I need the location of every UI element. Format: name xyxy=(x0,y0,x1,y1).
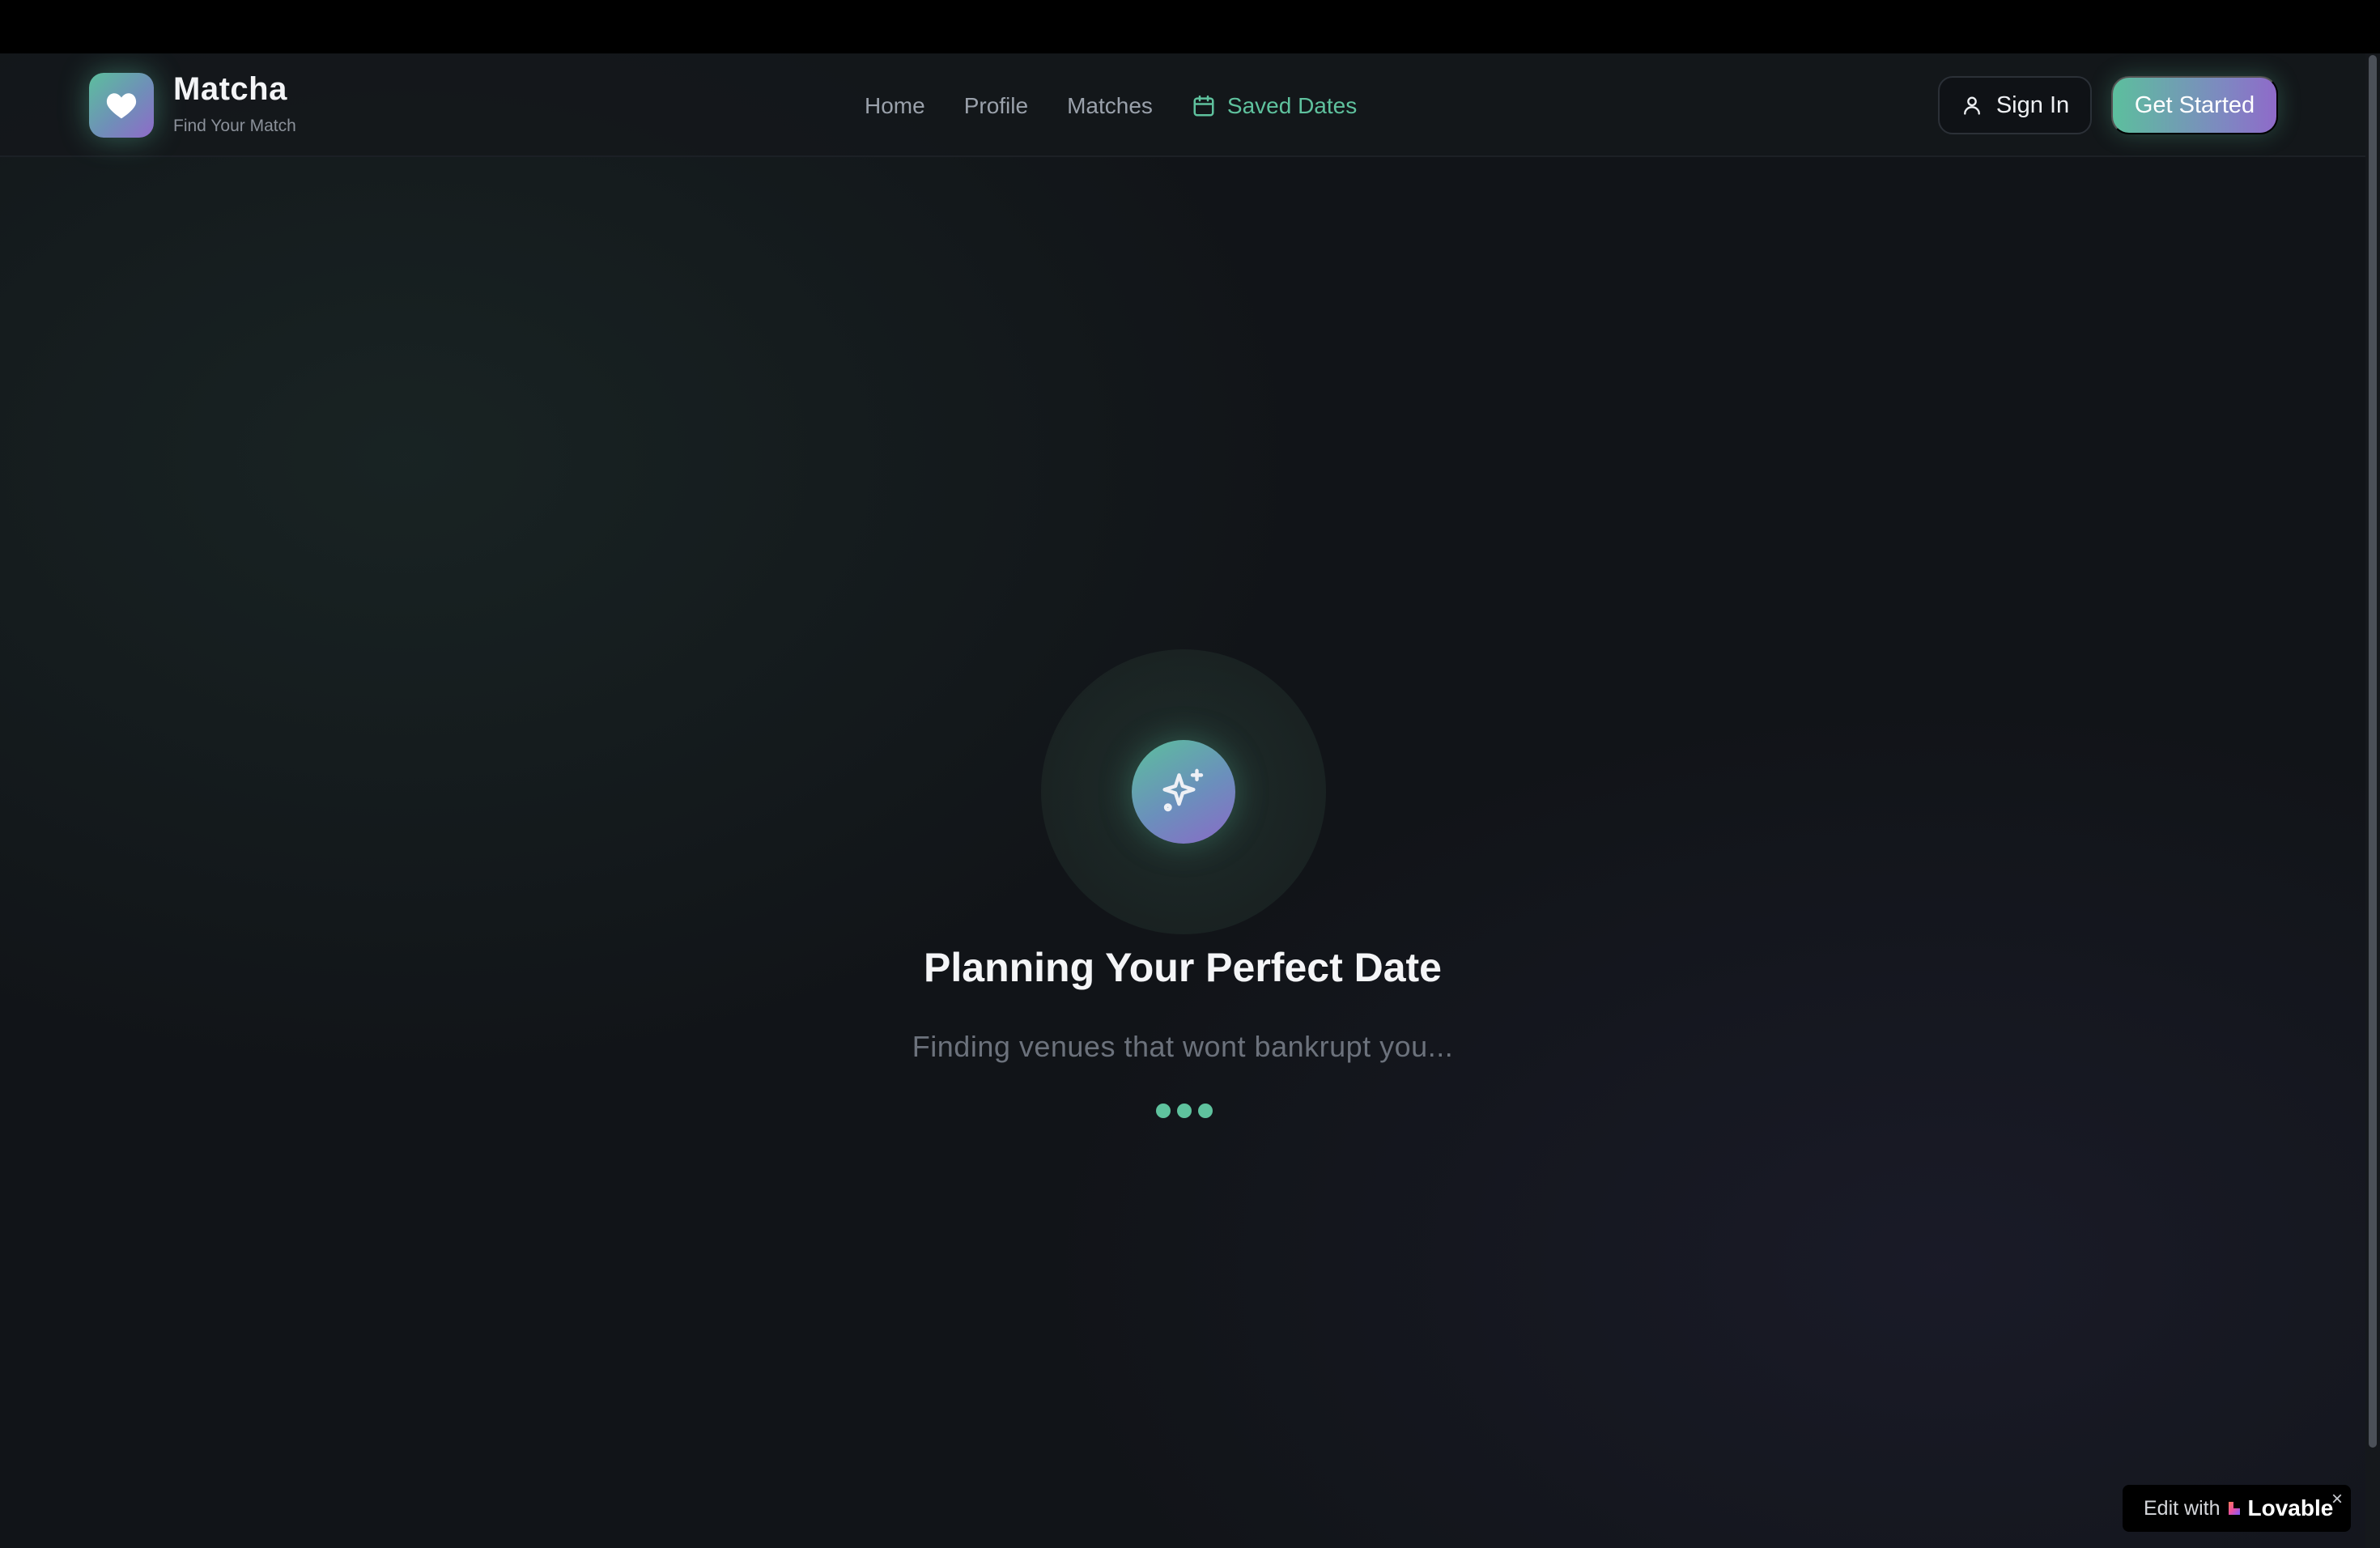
loading-dot xyxy=(1177,1104,1192,1118)
nav-item-profile[interactable]: Profile xyxy=(964,93,1028,119)
nav-item-matches[interactable]: Matches xyxy=(1067,93,1153,119)
get-started-label: Get Started xyxy=(2134,91,2255,118)
nav-item-label: Home xyxy=(865,93,925,118)
site-header: Matcha Find Your Match Home Profile Matc… xyxy=(0,53,2365,157)
scrollbar-thumb[interactable] xyxy=(2369,55,2377,1448)
sign-in-label: Sign In xyxy=(1995,91,2070,118)
sign-in-button[interactable]: Sign In xyxy=(1938,76,2092,134)
calendar-icon xyxy=(1192,94,1216,118)
main-nav: Home Profile Matches Saved Dates xyxy=(865,89,1396,123)
close-icon[interactable]: × xyxy=(2331,1488,2343,1511)
get-started-button[interactable]: Get Started xyxy=(2111,76,2278,134)
loading-orb xyxy=(1132,740,1235,844)
edit-with-lovable-badge[interactable]: Edit with Lovable × xyxy=(2123,1485,2351,1532)
nav-item-label: Matches xyxy=(1067,93,1153,118)
lovable-logo-icon xyxy=(2226,1500,2242,1516)
loading-dot xyxy=(1198,1104,1213,1118)
app-root: Matcha Find Your Match Home Profile Matc… xyxy=(0,53,2365,1548)
badge-prefix: Edit with xyxy=(2144,1496,2221,1520)
nav-item-saved-dates[interactable]: Saved Dates xyxy=(1192,93,1357,119)
nav-item-home[interactable]: Home xyxy=(865,93,925,119)
nav-item-label: Saved Dates xyxy=(1226,93,1358,118)
sparkles-icon xyxy=(1157,765,1210,819)
brand-tagline: Find Your Match xyxy=(173,117,296,135)
heart-icon xyxy=(105,91,138,120)
brand-name[interactable]: Matcha xyxy=(173,71,287,108)
browser-top-bar xyxy=(0,0,2380,53)
brand-logo[interactable] xyxy=(89,73,154,138)
user-icon xyxy=(1961,94,1983,117)
loading-dot xyxy=(1156,1104,1171,1118)
badge-brand-name: Lovable xyxy=(2247,1495,2334,1520)
loading-dots xyxy=(1156,1101,1213,1121)
loading-title: Planning Your Perfect Date xyxy=(924,945,1442,990)
scrollbar[interactable] xyxy=(2365,53,2380,1548)
loading-subtitle: Finding venues that wont bankrupt you... xyxy=(912,1030,1454,1063)
nav-item-label: Profile xyxy=(963,93,1029,118)
